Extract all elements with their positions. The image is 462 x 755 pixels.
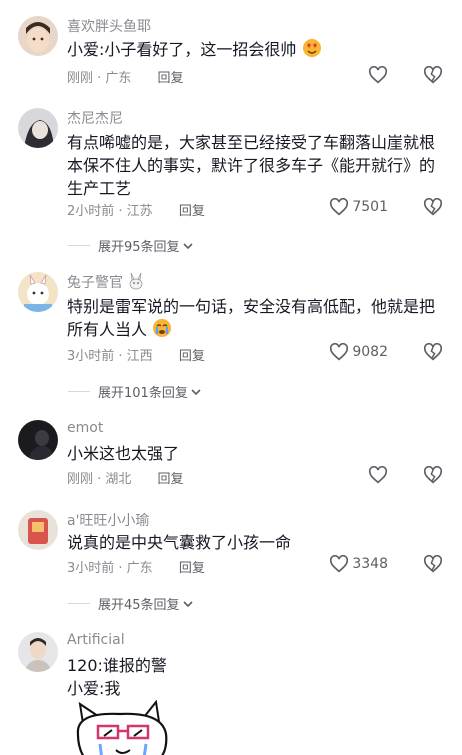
like-count: 7501 (352, 199, 388, 215)
expand-replies-label: 展开101条回复 (98, 386, 188, 401)
heart-outline-icon (330, 343, 349, 361)
broken-heart-icon (423, 342, 443, 361)
comment-text: 小米这也太强了 (67, 444, 180, 463)
divider-line (68, 391, 90, 392)
broken-heart-icon (423, 197, 443, 216)
comment-line-1: 120:谁报的警 (67, 656, 167, 675)
divider-line (68, 245, 90, 246)
time-location: 3小时前 · 广东 (67, 561, 153, 576)
time-location: 2小时前 · 江苏 (67, 204, 153, 219)
username[interactable]: a'旺旺小小瑜 (67, 510, 149, 530)
time-location: 3小时前 · 江西 (67, 349, 153, 364)
broken-heart-icon (423, 65, 443, 84)
cat-sticker-image (76, 700, 168, 755)
avatar-image (18, 510, 58, 550)
comment-text: 120:谁报的警 小爱:我 (67, 654, 442, 700)
comment-meta: 刚刚 · 广东 回复 (67, 67, 184, 86)
like-button[interactable]: 9082 (329, 343, 388, 361)
dislike-button[interactable] (423, 342, 443, 363)
dislike-button[interactable] (423, 465, 443, 486)
username[interactable]: 喜欢胖头鱼耶 (67, 16, 151, 36)
expand-replies-button[interactable]: 展开45条回复 (68, 594, 194, 613)
comment-text-content: 特别是雷军说的一句话，安全没有高低配，他就是把所有人当人 (67, 297, 436, 339)
expand-replies-label: 展开95条回复 (98, 240, 180, 255)
avatar[interactable] (18, 16, 58, 56)
rabbit-emoji (127, 272, 145, 294)
reply-button[interactable]: 回复 (158, 71, 184, 86)
avatar[interactable] (18, 420, 58, 460)
avatar-image (18, 632, 58, 672)
expand-replies-label: 展开45条回复 (98, 598, 180, 613)
broken-heart-icon (423, 465, 443, 484)
like-count: 9082 (352, 344, 388, 360)
divider-line (68, 603, 90, 604)
like-button[interactable]: 7501 (329, 198, 388, 216)
cat-sticker[interactable] (70, 700, 180, 755)
heart-outline-icon (368, 66, 388, 84)
heart-outline-icon (368, 466, 388, 484)
avatar-image (18, 16, 58, 56)
username[interactable]: emot (67, 420, 103, 436)
avatar-image (18, 272, 58, 312)
comment-text-content: 小爱:小子看好了，这一招会很帅 (67, 40, 297, 59)
like-count: 3348 (352, 556, 388, 572)
reply-button[interactable]: 回复 (179, 561, 205, 576)
time-location: 刚刚 · 湖北 (67, 472, 132, 487)
username-text: 兔子警官 (67, 275, 123, 291)
time-location: 刚刚 · 广东 (67, 71, 132, 86)
reply-button[interactable]: 回复 (158, 472, 184, 487)
avatar[interactable] (18, 632, 58, 672)
comment-text: 小爱:小子看好了，这一招会很帅 (67, 38, 442, 64)
broken-heart-icon (423, 554, 443, 573)
avatar-image (18, 108, 58, 148)
crying-emoji (152, 318, 172, 344)
comment-text: 有点唏嘘的是，大家甚至已经接受了车翻落山崖就根本保不住人的事实，默许了很多车子《… (67, 133, 436, 198)
expand-replies-button[interactable]: 展开95条回复 (68, 236, 194, 255)
like-button[interactable] (368, 466, 388, 484)
reply-button[interactable]: 回复 (179, 349, 205, 364)
dislike-button[interactable] (423, 197, 443, 218)
heart-eyes-emoji (302, 38, 322, 64)
comment-meta: 刚刚 · 湖北 回复 (67, 468, 184, 487)
like-button[interactable]: 3348 (329, 555, 388, 573)
avatar-image (18, 420, 58, 460)
avatar[interactable] (18, 272, 58, 312)
username[interactable]: Artificial (67, 632, 125, 648)
avatar[interactable] (18, 108, 58, 148)
dislike-button[interactable] (423, 65, 443, 86)
chevron-down-icon (182, 600, 193, 607)
heart-outline-icon (330, 555, 349, 573)
comment-meta: 3小时前 · 江西 回复 (67, 345, 205, 364)
username[interactable]: 杰尼杰尼 (67, 108, 123, 128)
comment-text: 说真的是中央气囊救了小孩一命 (67, 533, 292, 552)
expand-replies-button[interactable]: 展开101条回复 (68, 382, 202, 401)
chevron-down-icon (182, 242, 193, 249)
like-button[interactable] (368, 66, 388, 84)
chevron-down-icon (191, 388, 201, 395)
reply-button[interactable]: 回复 (179, 204, 205, 219)
dislike-button[interactable] (423, 554, 443, 575)
avatar[interactable] (18, 510, 58, 550)
comment-meta: 3小时前 · 广东 回复 (67, 557, 205, 576)
comment-meta: 2小时前 · 江苏 回复 (67, 200, 205, 219)
comment-text: 特别是雷军说的一句话，安全没有高低配，他就是把所有人当人 (67, 295, 442, 344)
heart-outline-icon (330, 198, 349, 216)
username[interactable]: 兔子警官 (67, 272, 145, 294)
comment-line-2: 小爱:我 (67, 679, 121, 698)
